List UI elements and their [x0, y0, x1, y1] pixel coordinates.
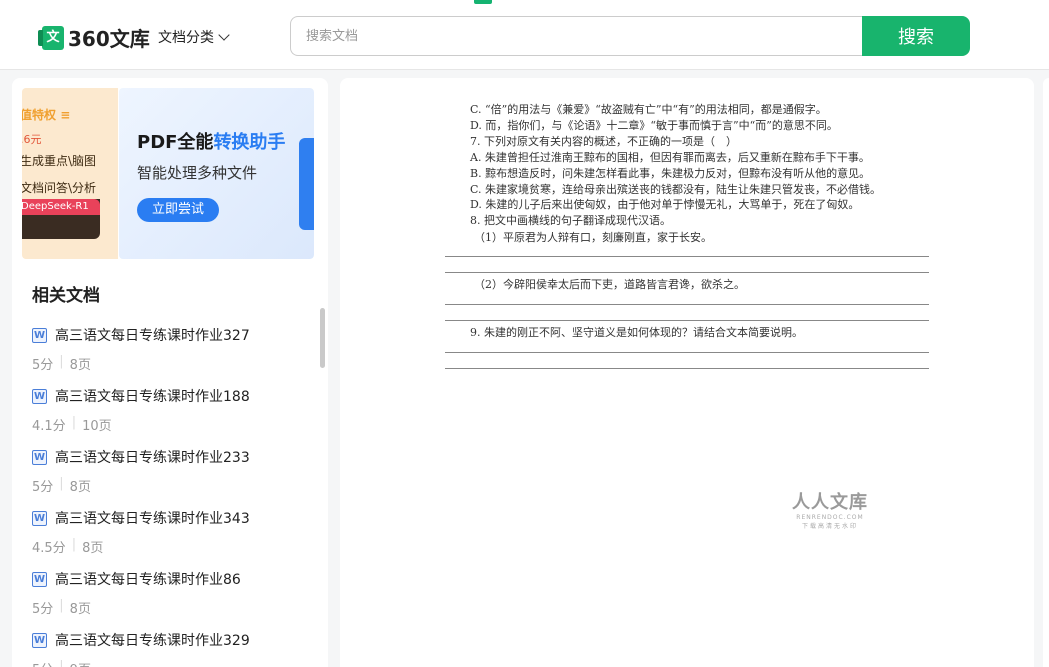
doc-line: 9. 朱建的刚正不阿、坚守道义是如何体现的？请结合文本简要说明。	[470, 326, 803, 339]
document-viewer: C. “倍”的用法与《兼爱》“故盗贼有亡”中“有”的用法相同，都是通假字。 D.…	[340, 78, 1034, 667]
vip-line-2: 文档问答\分析	[22, 181, 97, 195]
doc-score: 5分	[32, 358, 54, 373]
chevron-down-icon	[218, 29, 230, 41]
doc-title[interactable]: 高三语文每日专练课时作业327	[55, 325, 250, 345]
watermark-subtitle: 下载高清无水印	[801, 523, 858, 530]
search-button[interactable]: 搜索	[862, 16, 970, 56]
doc-score: 5分	[32, 602, 54, 617]
scrollbar[interactable]	[320, 308, 325, 368]
search-input[interactable]	[290, 16, 870, 56]
doc-line: （2）今辟阳侯幸太后而下吏，道路皆言君谗，欲杀之。	[474, 278, 745, 291]
answer-line	[445, 272, 929, 273]
right-panel-edge	[1043, 78, 1049, 667]
doc-pages: 8页	[69, 480, 91, 495]
active-indicator	[474, 0, 492, 4]
category-dropdown[interactable]: 文档分类	[158, 27, 230, 47]
divider: |	[71, 415, 77, 430]
word-doc-icon: W	[32, 510, 47, 526]
doc-score: 5分	[32, 659, 53, 667]
vip-line-1: 生成重点\脑图	[22, 154, 97, 168]
watermark-url: RENRENDOC.COM	[796, 514, 864, 521]
vip-title: 值特权	[22, 108, 57, 122]
doc-pages: 8页	[69, 602, 91, 617]
list-item[interactable]: W 高三语文每日专练课时作业327 5分 | 8页	[32, 325, 312, 373]
divider: |	[59, 659, 64, 667]
answer-line	[445, 256, 929, 257]
pdf-promo[interactable]: PDF全能转换助手 智能处理多种文件 立即尝试	[119, 88, 314, 259]
doc-line: D. 朱建的儿子后来出使匈奴，由于他对单于悖慢无礼，大骂单于，死在了匈奴。	[470, 198, 860, 211]
deepseek-badge: DeepSeek-R1	[22, 199, 100, 239]
doc-line: C. 朱建家境贫寒，连给母亲出殡送丧的钱都没有，陆生让朱建只管发丧，不必借钱。	[470, 183, 882, 196]
answer-line	[445, 368, 929, 369]
pdf-device-icon	[299, 138, 314, 230]
category-label: 文档分类	[158, 30, 214, 46]
doc-title[interactable]: 高三语文每日专练课时作业86	[55, 569, 241, 589]
word-doc-icon: W	[32, 449, 47, 465]
logo-icon: 文	[38, 25, 64, 50]
list-item[interactable]: W 高三语文每日专练课时作业188 4.1分 | 10页	[32, 386, 312, 434]
related-docs-title: 相关文档	[32, 286, 100, 306]
vip-price: .6元	[22, 133, 42, 146]
doc-line: B. 黥布想造反时，问朱建怎样看此事，朱建极力反对，但黥布没有听从他的意见。	[470, 167, 871, 180]
doc-line: 8. 把文中画横线的句子翻译成现代汉语。	[470, 214, 671, 227]
list-item[interactable]: W 高三语文每日专练课时作业233 5分 | 8页	[32, 447, 312, 495]
answer-line	[445, 304, 929, 305]
doc-pages: 8页	[82, 541, 104, 556]
word-doc-icon: W	[32, 327, 47, 343]
list-item[interactable]: W 高三语文每日专练课时作业329 5分 | 9页	[32, 630, 312, 667]
doc-line: A. 朱建曾担任过淮南王黥布的国相，但因有罪而离去，后又重新在黥布手下干事。	[470, 151, 870, 164]
watermark: 人人文库 RENRENDOC.COM 下载高清无水印	[792, 488, 868, 530]
pdf-title: PDF全能转换助手	[137, 132, 286, 153]
search-bar: 搜索	[290, 16, 970, 56]
doc-score: 5分	[32, 480, 54, 495]
divider: |	[59, 598, 64, 613]
list-item[interactable]: W 高三语文每日专练课时作业343 4.5分 | 8页	[32, 508, 312, 556]
top-bar: 文 360文库 文档分类 搜索	[0, 0, 1049, 70]
doc-pages: 9页	[70, 659, 91, 667]
list-item[interactable]: W 高三语文每日专练课时作业86 5分 | 8页	[32, 569, 312, 617]
divider: |	[71, 537, 77, 552]
doc-title[interactable]: 高三语文每日专练课时作业188	[55, 386, 250, 406]
word-doc-icon: W	[32, 632, 47, 648]
watermark-title: 人人文库	[792, 492, 868, 513]
doc-score: 4.5分	[32, 541, 66, 556]
vip-decor-icon: ≡	[56, 108, 71, 122]
divider: |	[59, 476, 64, 491]
deepseek-tag: DeepSeek-R1	[22, 199, 100, 215]
word-doc-icon: W	[32, 571, 47, 587]
doc-pages: 10页	[82, 419, 112, 434]
word-doc-icon: W	[32, 388, 47, 404]
doc-line: D. 而，指你们，与《论语》十二章》“敏于事而慎于言”中“而”的意思不同。	[470, 119, 838, 132]
doc-title[interactable]: 高三语文每日专练课时作业343	[55, 508, 250, 528]
doc-pages: 8页	[69, 358, 91, 373]
doc-score: 4.1分	[32, 419, 66, 434]
doc-title[interactable]: 高三语文每日专练课时作业233	[55, 447, 250, 467]
try-now-button[interactable]: 立即尝试	[137, 198, 219, 222]
answer-line	[445, 320, 929, 321]
left-panel: 值特权 ≡ .6元 生成重点\脑图 文档问答\分析 DeepSeek-R1 PD…	[12, 78, 328, 667]
doc-title[interactable]: 高三语文每日专练课时作业329	[55, 630, 250, 650]
divider: |	[59, 354, 64, 369]
logo-text: 360文库	[68, 27, 150, 51]
logo[interactable]: 文 360文库	[38, 23, 150, 52]
doc-line: 7. 下列对原文有关内容的概述，不正确的一项是（ ）	[470, 135, 737, 148]
vip-promo[interactable]: 值特权 ≡ .6元 生成重点\脑图 文档问答\分析 DeepSeek-R1	[22, 88, 118, 259]
doc-line: （1）平原君为人辩有口，刻廉刚直，家于长安。	[474, 231, 712, 244]
doc-line: C. “倍”的用法与《兼爱》“故盗贼有亡”中“有”的用法相同，都是通假字。	[470, 103, 827, 116]
pdf-subtitle: 智能处理多种文件	[137, 164, 258, 182]
promo-banner[interactable]: 值特权 ≡ .6元 生成重点\脑图 文档问答\分析 DeepSeek-R1 PD…	[22, 88, 314, 259]
answer-line	[445, 352, 929, 353]
